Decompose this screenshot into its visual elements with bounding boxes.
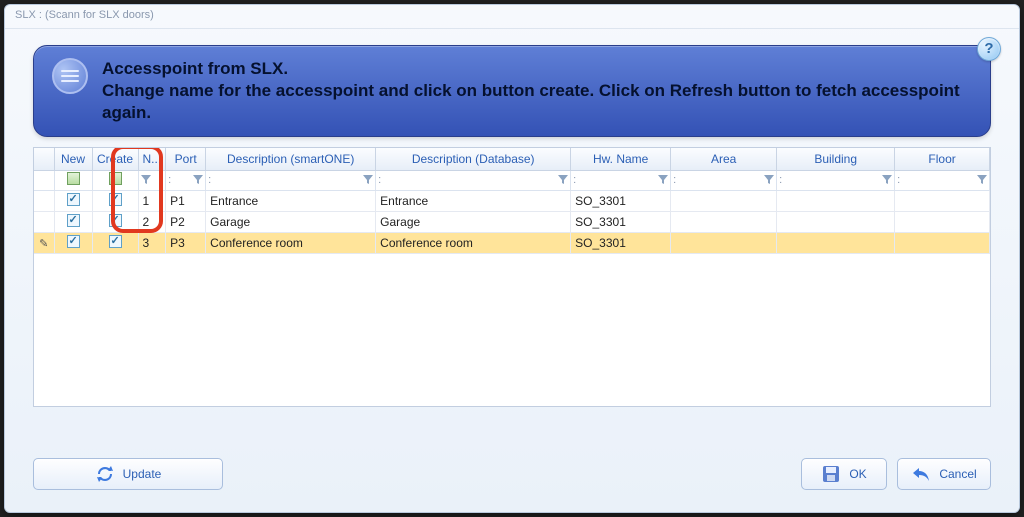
dialog-footer: Update OK Cancel	[33, 456, 991, 492]
col-floor[interactable]: Floor	[895, 148, 990, 170]
filter-hw[interactable]: :	[573, 174, 668, 186]
help-button[interactable]: ?	[977, 37, 1001, 61]
col-hw-name[interactable]: Hw. Name	[571, 148, 671, 170]
table-row[interactable]: ✎ 3 P3 Conference room Conference room S…	[34, 232, 990, 253]
funnel-icon	[977, 175, 987, 185]
col-edit-indicator	[34, 148, 54, 170]
cell-building[interactable]	[777, 211, 895, 232]
undo-icon	[911, 464, 931, 484]
update-button[interactable]: Update	[33, 458, 223, 490]
cell-desc2[interactable]: Garage	[376, 211, 571, 232]
create-checkbox[interactable]	[109, 214, 122, 227]
cell-floor[interactable]	[895, 211, 990, 232]
info-icon	[52, 58, 88, 94]
create-select-all-checkbox[interactable]	[109, 172, 122, 185]
funnel-icon	[882, 175, 892, 185]
cell-no: 3	[138, 232, 166, 253]
create-checkbox[interactable]	[109, 193, 122, 206]
cell-desc2[interactable]: Entrance	[376, 190, 571, 211]
col-building[interactable]: Building	[777, 148, 895, 170]
filter-port[interactable]: :	[168, 174, 203, 186]
cell-building[interactable]	[777, 232, 895, 253]
cell-area[interactable]	[671, 232, 777, 253]
filter-area[interactable]: :	[673, 174, 774, 186]
create-checkbox[interactable]	[109, 235, 122, 248]
table-row[interactable]: 2 P2 Garage Garage SO_3301	[34, 211, 990, 232]
cell-no: 2	[138, 211, 166, 232]
cancel-label: Cancel	[939, 467, 976, 481]
ok-label: OK	[849, 467, 866, 481]
funnel-icon	[141, 175, 151, 185]
funnel-icon	[193, 175, 203, 185]
banner-line1: Accesspoint from SLX.	[102, 59, 288, 78]
update-label: Update	[123, 467, 162, 481]
funnel-icon	[558, 175, 568, 185]
funnel-icon	[658, 175, 668, 185]
cell-no: 1	[138, 190, 166, 211]
edit-row-icon: ✎	[39, 238, 48, 250]
new-checkbox[interactable]	[67, 214, 80, 227]
dialog-window: SLX : (Scann for SLX doors) ? Accesspoin…	[4, 4, 1020, 513]
save-icon	[821, 464, 841, 484]
cell-port: P3	[166, 232, 206, 253]
col-port[interactable]: Port	[166, 148, 206, 170]
col-desc-database[interactable]: Description (Database)	[376, 148, 571, 170]
cell-port: P2	[166, 211, 206, 232]
ok-button[interactable]: OK	[801, 458, 887, 490]
cell-desc2[interactable]: Conference room	[376, 232, 571, 253]
filter-no[interactable]	[141, 175, 164, 185]
col-area[interactable]: Area	[671, 148, 777, 170]
info-banner: Accesspoint from SLX. Change name for th…	[33, 45, 991, 137]
header-row: New Create N... Port Description (smartO…	[34, 148, 990, 170]
filter-floor[interactable]: :	[897, 174, 987, 186]
funnel-icon	[764, 175, 774, 185]
cell-hw: SO_3301	[571, 232, 671, 253]
cell-port: P1	[166, 190, 206, 211]
accesspoint-grid[interactable]: New Create N... Port Description (smartO…	[33, 147, 991, 407]
cell-floor[interactable]	[895, 190, 990, 211]
filter-desc2[interactable]: :	[378, 174, 568, 186]
cancel-button[interactable]: Cancel	[897, 458, 991, 490]
new-checkbox[interactable]	[67, 193, 80, 206]
filter-building[interactable]: :	[779, 174, 892, 186]
banner-text: Accesspoint from SLX. Change name for th…	[102, 58, 972, 124]
cell-desc1[interactable]: Entrance	[206, 190, 376, 211]
cell-area[interactable]	[671, 211, 777, 232]
cell-desc1[interactable]: Garage	[206, 211, 376, 232]
cell-hw: SO_3301	[571, 211, 671, 232]
filter-row[interactable]: : : : : : : :	[34, 170, 990, 190]
col-no[interactable]: N...	[138, 148, 166, 170]
col-desc-smartone[interactable]: Description (smartONE)	[206, 148, 376, 170]
table-row[interactable]: 1 P1 Entrance Entrance SO_3301	[34, 190, 990, 211]
window-title: SLX : (Scann for SLX doors)	[5, 5, 1019, 29]
col-create[interactable]: Create	[92, 148, 138, 170]
refresh-icon	[95, 464, 115, 484]
funnel-icon	[363, 175, 373, 185]
cell-area[interactable]	[671, 190, 777, 211]
cell-desc1[interactable]: Conference room	[206, 232, 376, 253]
cell-floor[interactable]	[895, 232, 990, 253]
cell-hw: SO_3301	[571, 190, 671, 211]
filter-desc1[interactable]: :	[208, 174, 373, 186]
cell-building[interactable]	[777, 190, 895, 211]
new-checkbox[interactable]	[67, 235, 80, 248]
new-select-all-checkbox[interactable]	[67, 172, 80, 185]
banner-line2: Change name for the accesspoint and clic…	[102, 81, 960, 122]
col-new[interactable]: New	[54, 148, 92, 170]
